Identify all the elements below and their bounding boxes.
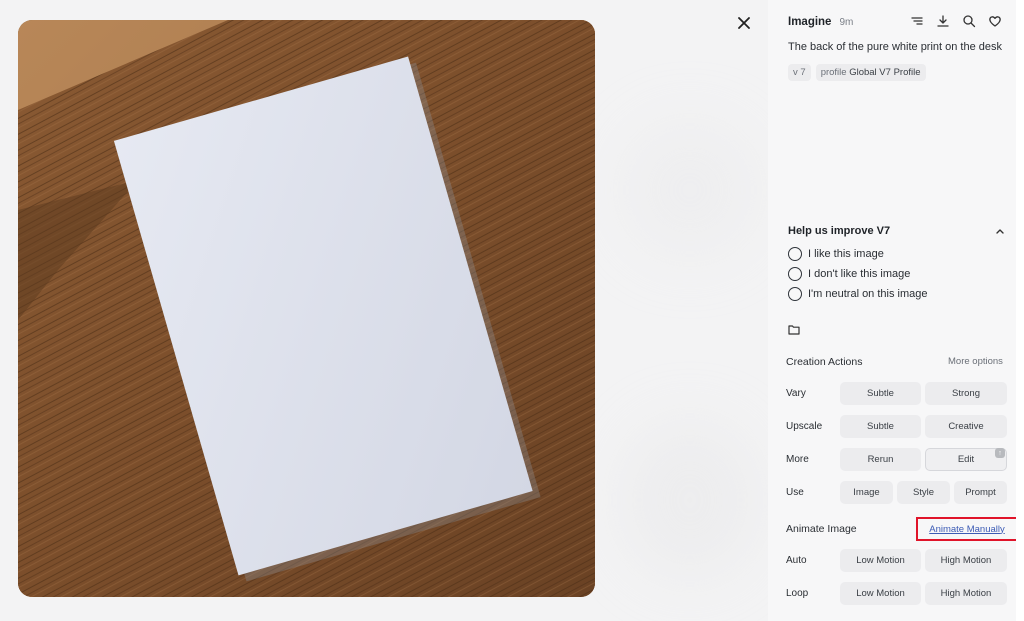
version-tag[interactable]: v 7 <box>788 64 811 81</box>
loop-label: Loop <box>786 588 809 599</box>
radio-circle-icon <box>788 247 802 261</box>
rerun-button[interactable]: Rerun <box>840 448 921 471</box>
vary-label: Vary <box>786 388 806 399</box>
filter-lines-icon[interactable] <box>910 14 924 28</box>
image-age: 9m <box>839 17 854 28</box>
auto-label: Auto <box>786 555 807 566</box>
header-actions <box>910 14 1002 28</box>
loop-high-motion-button[interactable]: High Motion <box>925 582 1007 605</box>
param-tags: v 7 profile Global V7 Profile <box>788 64 926 81</box>
animate-manually-link[interactable]: Animate Manually <box>916 517 1018 541</box>
feedback-option-label: I like this image <box>808 248 884 260</box>
feedback-option-label: I'm neutral on this image <box>808 288 928 300</box>
use-label: Use <box>786 487 804 498</box>
upscale-subtle-button[interactable]: Subtle <box>840 415 921 438</box>
panel-title: Imagine <box>788 16 832 28</box>
close-icon[interactable] <box>734 13 754 33</box>
more-label: More <box>786 454 809 465</box>
feedback-option-like[interactable]: I like this image <box>788 247 884 261</box>
radio-circle-icon <box>788 287 802 301</box>
profile-tag-name: Global V7 Profile <box>849 67 921 78</box>
feedback-option-neutral[interactable]: I'm neutral on this image <box>788 287 928 301</box>
use-image-button[interactable]: Image <box>840 481 893 504</box>
upscale-creative-button[interactable]: Creative <box>925 415 1007 438</box>
details-panel: Imagine 9m The back of the pure white pr… <box>768 0 1018 621</box>
edit-button[interactable]: Edit ↑ <box>925 448 1007 471</box>
use-prompt-button[interactable]: Prompt <box>954 481 1007 504</box>
search-icon[interactable] <box>962 14 976 28</box>
chevron-up-icon[interactable] <box>994 225 1006 237</box>
vary-strong-button[interactable]: Strong <box>925 382 1007 405</box>
edit-badge-icon: ↑ <box>995 448 1005 458</box>
creation-actions-title: Creation Actions <box>786 356 863 368</box>
radio-circle-icon <box>788 267 802 281</box>
edit-button-label: Edit <box>957 454 975 465</box>
prompt-text[interactable]: The back of the pure white print on the … <box>788 41 1002 53</box>
animate-image-title: Animate Image <box>786 523 857 535</box>
auto-high-motion-button[interactable]: High Motion <box>925 549 1007 572</box>
download-icon[interactable] <box>936 14 950 28</box>
panel-header: Imagine 9m <box>788 16 853 28</box>
vary-subtle-button[interactable]: Subtle <box>840 382 921 405</box>
auto-low-motion-button[interactable]: Low Motion <box>840 549 921 572</box>
profile-tag[interactable]: profile Global V7 Profile <box>815 64 926 81</box>
upscale-label: Upscale <box>786 421 823 432</box>
adjacent-window-edge <box>1016 0 1024 621</box>
feedback-option-label: I don't like this image <box>808 268 911 280</box>
feedback-title: Help us improve V7 <box>788 225 891 237</box>
generated-image[interactable] <box>18 20 595 597</box>
heart-icon[interactable] <box>988 14 1002 28</box>
more-options-link[interactable]: More options <box>948 356 1003 367</box>
use-style-button[interactable]: Style <box>897 481 950 504</box>
profile-tag-prefix: profile <box>820 67 847 78</box>
feedback-option-dislike[interactable]: I don't like this image <box>788 267 910 281</box>
folder-icon[interactable] <box>788 324 800 335</box>
loop-low-motion-button[interactable]: Low Motion <box>840 582 921 605</box>
